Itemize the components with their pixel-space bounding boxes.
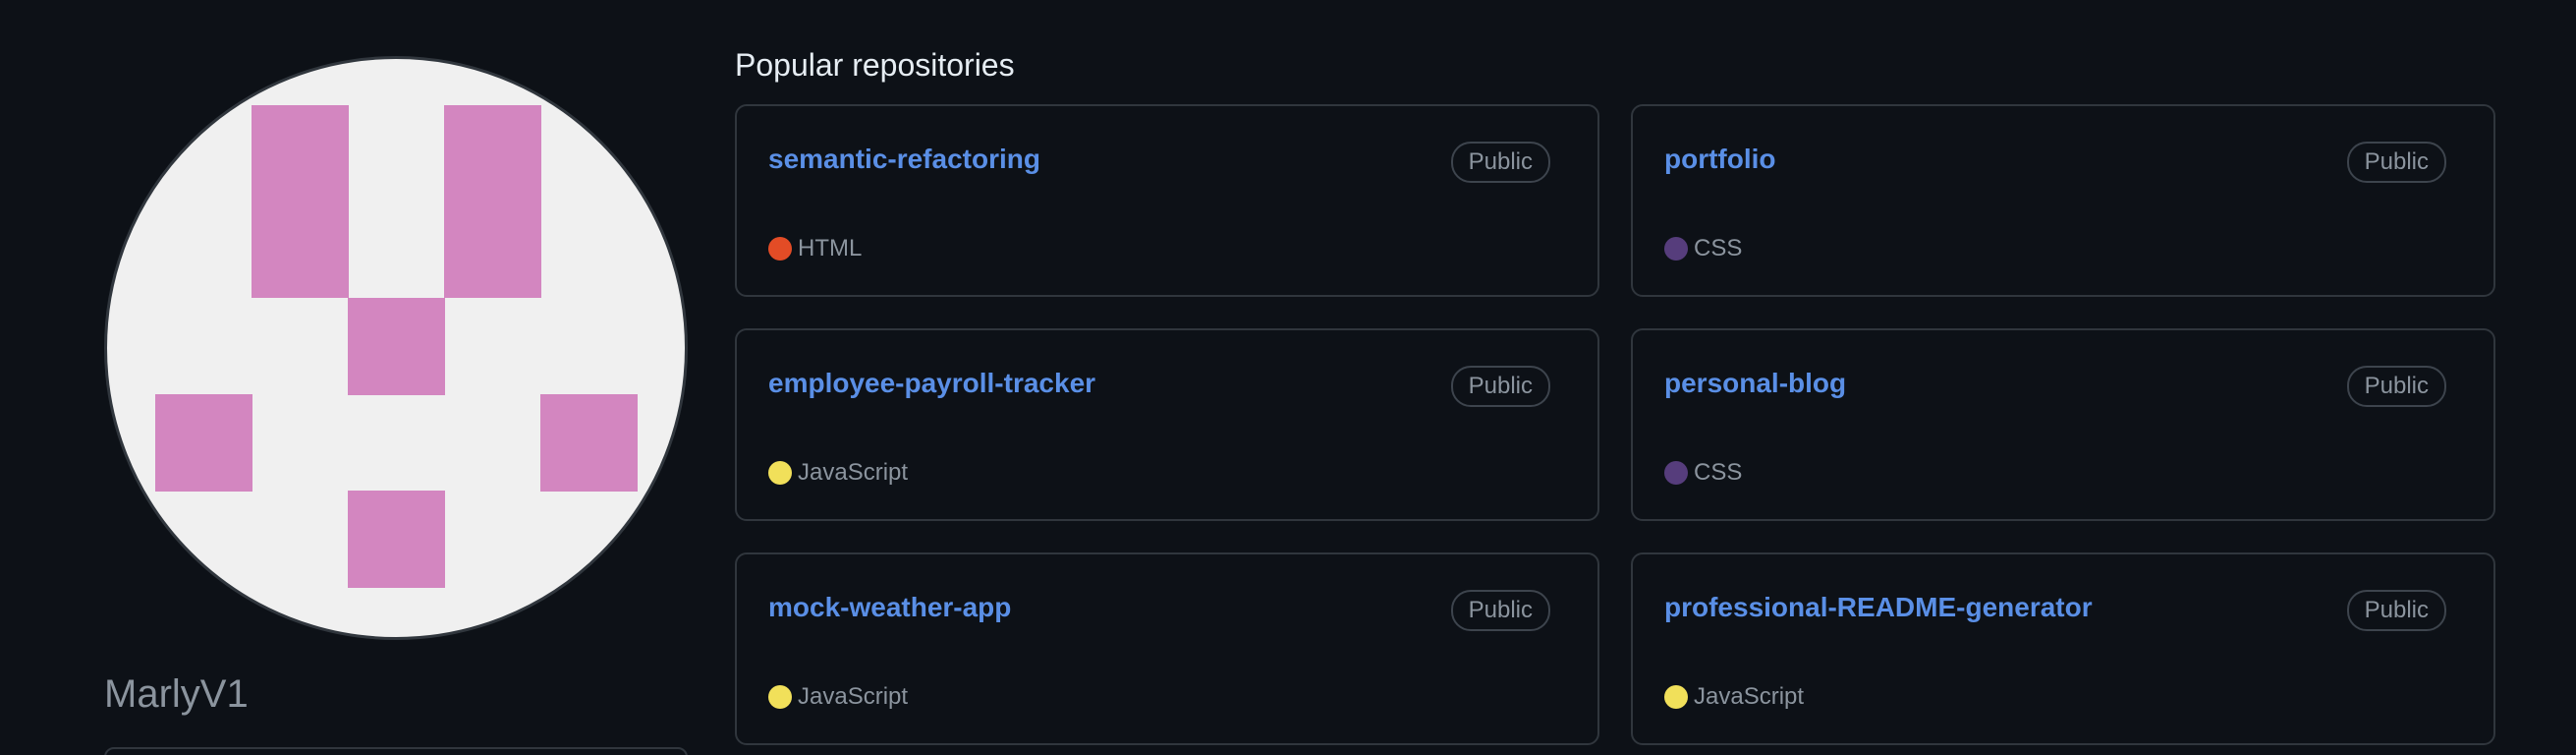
repo-language: HTML [768, 232, 862, 265]
visibility-badge: Public [1450, 366, 1550, 407]
repo-name-link[interactable]: mock-weather-app [768, 590, 1011, 625]
repo-name-link[interactable]: portfolio [1664, 142, 1776, 177]
repo-grid: semantic-refactoring Public HTML portfol… [735, 104, 2495, 745]
repo-language: JavaScript [768, 456, 908, 490]
language-color-dot-icon [1664, 685, 1688, 709]
language-label: JavaScript [1694, 683, 1805, 710]
repo-language: CSS [1664, 232, 1742, 265]
language-label: JavaScript [798, 683, 909, 710]
language-color-dot-icon [1664, 461, 1688, 485]
repo-card: professional-README-generator Public Jav… [1631, 552, 2495, 745]
repo-language: CSS [1664, 456, 1742, 490]
visibility-badge: Public [2346, 142, 2446, 183]
profile-page: MarlyV1 Popular repositories semantic-re… [0, 0, 2576, 755]
language-label: CSS [1694, 235, 1743, 261]
repo-language: JavaScript [1664, 680, 1804, 714]
repo-card: employee-payroll-tracker Public JavaScri… [735, 328, 1599, 521]
repo-name-link[interactable]: personal-blog [1664, 366, 1846, 401]
visibility-badge: Public [1450, 590, 1550, 631]
repo-card: mock-weather-app Public JavaScript [735, 552, 1599, 745]
avatar[interactable] [104, 56, 688, 640]
section-title: Popular repositories [735, 47, 1015, 83]
visibility-badge: Public [2346, 590, 2446, 631]
identicon-image [155, 105, 638, 588]
repo-card: semantic-refactoring Public HTML [735, 104, 1599, 297]
language-color-dot-icon [768, 685, 792, 709]
repo-card: personal-blog Public CSS [1631, 328, 2495, 521]
repo-name-link[interactable]: employee-payroll-tracker [768, 366, 1095, 401]
language-label: JavaScript [798, 459, 909, 486]
visibility-badge: Public [2346, 366, 2446, 407]
language-color-dot-icon [768, 461, 792, 485]
visibility-badge: Public [1450, 142, 1550, 183]
profile-username: MarlyV1 [104, 672, 249, 716]
repo-language: JavaScript [768, 680, 908, 714]
language-color-dot-icon [768, 237, 792, 261]
follow-button[interactable] [104, 747, 688, 755]
language-label: CSS [1694, 459, 1743, 486]
language-color-dot-icon [1664, 237, 1688, 261]
repo-name-link[interactable]: semantic-refactoring [768, 142, 1040, 177]
language-label: HTML [798, 235, 863, 261]
repo-card: portfolio Public CSS [1631, 104, 2495, 297]
repo-name-link[interactable]: professional-README-generator [1664, 590, 2093, 625]
